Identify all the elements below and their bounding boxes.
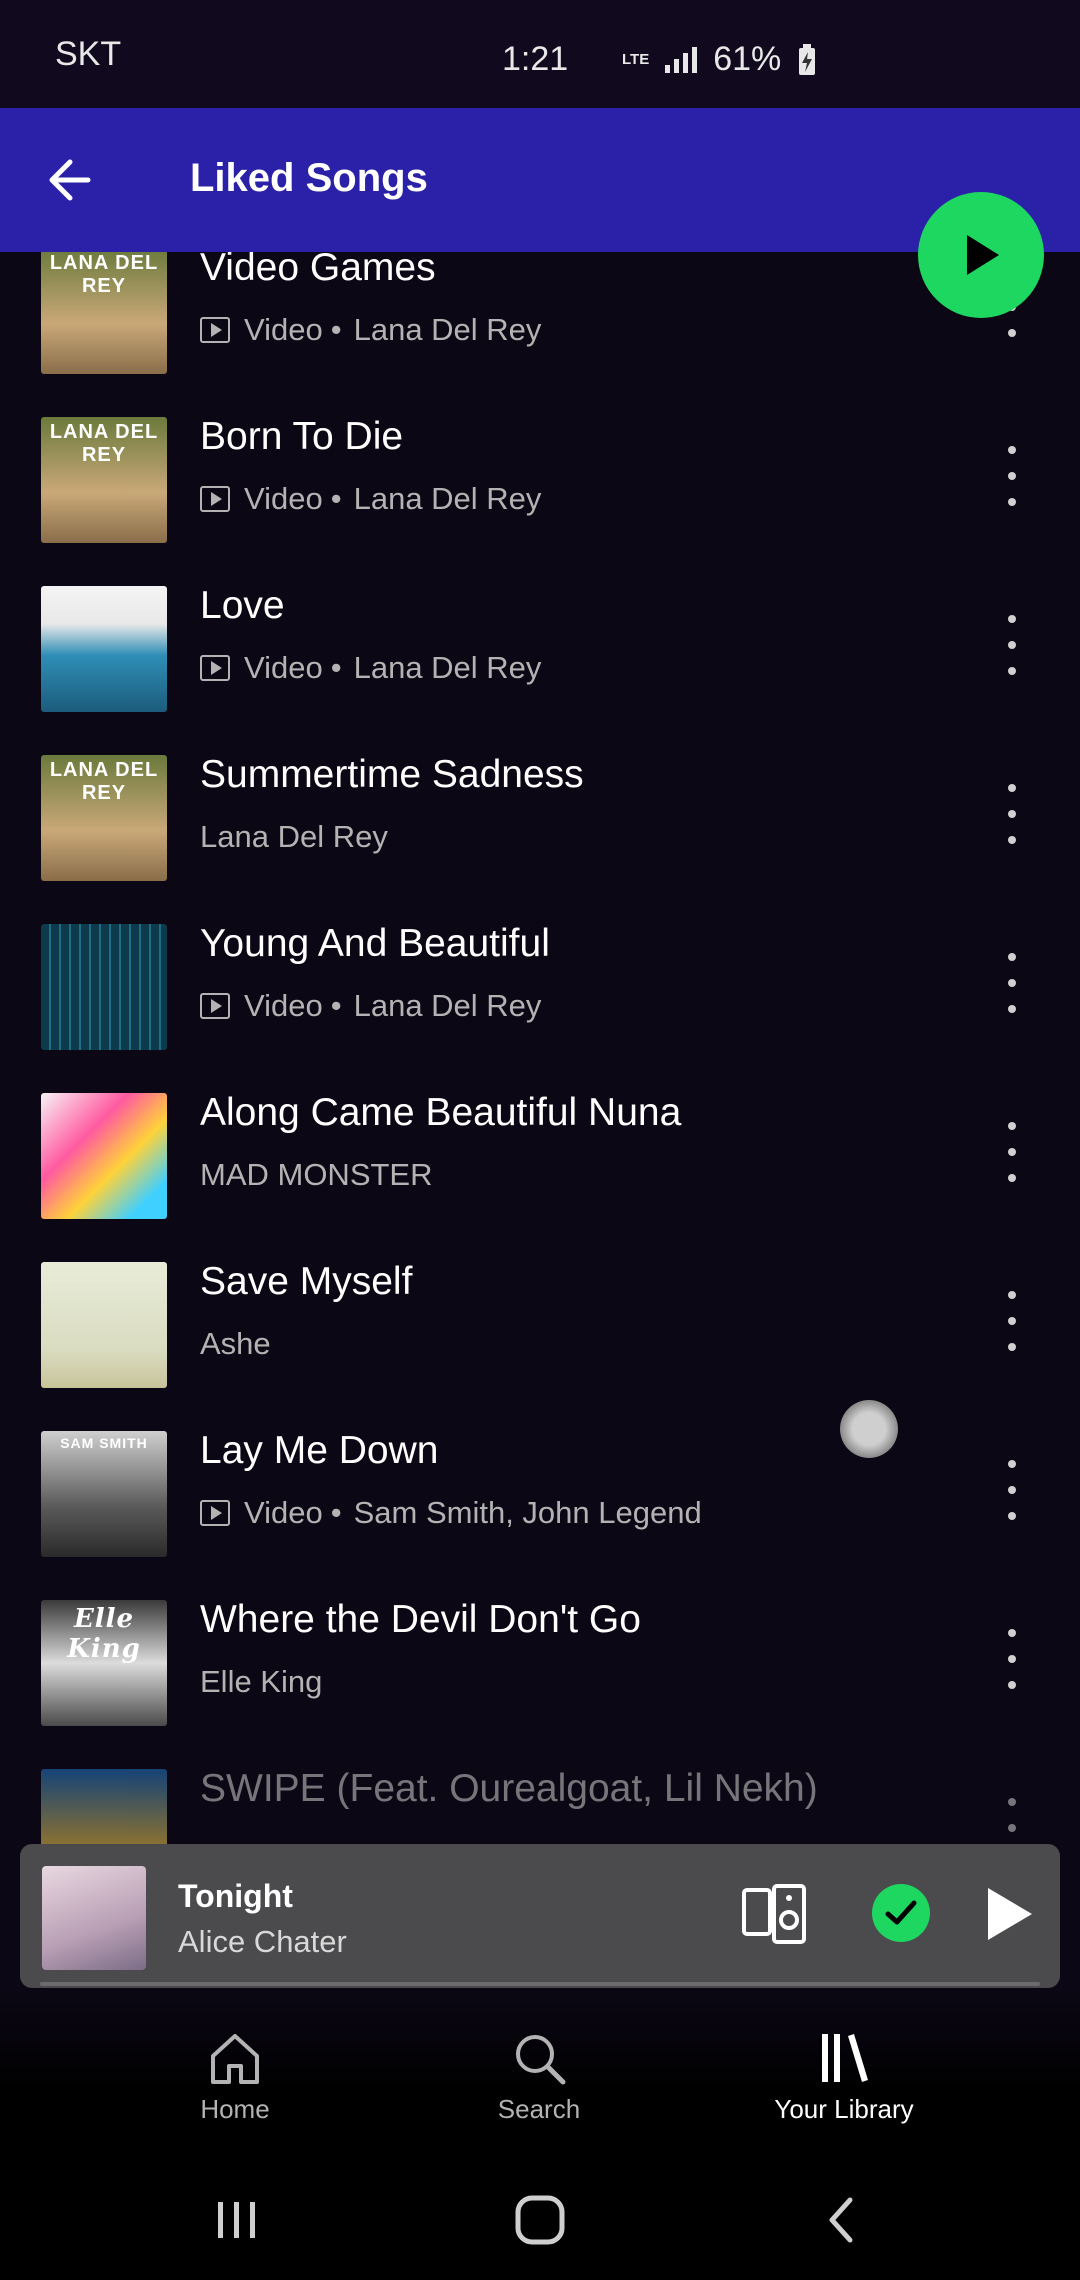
album-art: SAM SMITH [41, 1431, 167, 1557]
now-playing-art [42, 1866, 146, 1970]
playback-progress [40, 1982, 1040, 1986]
song-title: Love [200, 584, 285, 627]
bottom-navigation: Home Search Your Library [0, 1990, 1080, 2160]
song-subtitle: MAD MONSTER [200, 1157, 433, 1192]
more-options-icon[interactable] [1000, 446, 1024, 506]
song-title: Along Came Beautiful Nuna [200, 1091, 682, 1134]
song-subtitle: Video • Lana Del Rey [200, 650, 541, 686]
album-art: Elle King [41, 1600, 167, 1726]
system-navigation-bar [0, 2160, 1080, 2280]
song-title: Young And Beautiful [200, 922, 550, 965]
home-button-icon[interactable] [510, 2190, 570, 2250]
list-item[interactable]: Love Video • Lana Del Rey [0, 570, 1080, 739]
more-options-icon[interactable] [1000, 953, 1024, 1013]
battery-level: 61% [713, 40, 782, 78]
song-subtitle: Video • Lana Del Rey [200, 988, 541, 1024]
signal-icon [665, 46, 698, 73]
song-title: SWIPE (Feat. Ourealgoat, Lil Nekh) [200, 1767, 818, 1810]
more-options-icon[interactable] [1000, 615, 1024, 675]
search-icon [516, 2035, 566, 2085]
album-art [41, 1769, 167, 1852]
now-playing-title: Tonight [178, 1878, 293, 1914]
recent-apps-icon[interactable] [206, 2190, 266, 2250]
nav-search[interactable]: Search [429, 2030, 649, 2125]
song-subtitle: Video • Lana Del Rey [200, 312, 541, 348]
more-options-icon[interactable] [1000, 1122, 1024, 1182]
song-title: Where the Devil Don't Go [200, 1598, 641, 1641]
song-subtitle: Lana Del Rey [200, 819, 388, 854]
video-icon [200, 317, 230, 343]
more-options-icon[interactable] [1000, 784, 1024, 844]
status-bar: SKT 1:21 LTE 61% [0, 0, 1080, 108]
clock: 1:21 [502, 40, 569, 78]
back-arrow-icon[interactable] [40, 152, 96, 208]
video-icon [200, 993, 230, 1019]
now-playing-artist: Alice Chater [178, 1924, 347, 1959]
more-options-icon[interactable] [1000, 1291, 1024, 1351]
carrier-name: SKT [55, 34, 122, 73]
song-title: Summertime Sadness [200, 753, 584, 796]
song-subtitle: Ashe [200, 1326, 271, 1361]
connect-device-icon[interactable] [742, 1884, 808, 1944]
song-title: Save Myself [200, 1260, 413, 1303]
more-options-icon[interactable] [1000, 1460, 1024, 1520]
song-title: Born To Die [200, 415, 404, 458]
back-button-icon[interactable] [812, 2190, 872, 2250]
list-item[interactable]: LANA DEL REY Video Games Video • Lana Del … [0, 252, 1080, 401]
album-art: LANA DEL REY [41, 252, 167, 374]
play-icon [967, 235, 999, 275]
song-subtitle: Video • Lana Del Rey [200, 481, 541, 517]
page-title: Liked Songs [190, 156, 428, 200]
touch-indicator [840, 1400, 898, 1458]
status-icons: LTE 61% [622, 40, 817, 79]
more-options-icon[interactable] [1000, 1629, 1024, 1689]
list-item[interactable]: SWIPE (Feat. Ourealgoat, Lil Nekh) [0, 1753, 1080, 1852]
battery-charging-icon [799, 43, 816, 75]
network-type: LTE [622, 50, 650, 68]
video-icon [200, 655, 230, 681]
list-item[interactable]: LANA DEL REY Summertime Sadness Lana Del… [0, 739, 1080, 908]
nav-home[interactable]: Home [125, 2030, 345, 2125]
list-item[interactable]: LANA DEL REY Born To Die Video • Lana Del … [0, 401, 1080, 570]
album-art [41, 924, 167, 1050]
app-header: Liked Songs [0, 108, 1080, 252]
shuffle-play-button[interactable] [918, 192, 1044, 318]
song-title: Lay Me Down [200, 1429, 439, 1472]
liked-check-icon[interactable] [872, 1884, 930, 1942]
album-art [41, 1093, 167, 1219]
home-icon [211, 2034, 259, 2084]
list-item[interactable]: Along Came Beautiful Nuna MAD MONSTER [0, 1077, 1080, 1246]
album-art: LANA DEL REY [41, 755, 167, 881]
song-subtitle: Elle King [200, 1664, 323, 1699]
song-list[interactable]: LANA DEL REY Video Games Video • Lana Del … [0, 252, 1080, 1852]
album-art: LANA DEL REY [41, 417, 167, 543]
list-item[interactable]: Elle King Where the Devil Don't Go Elle … [0, 1584, 1080, 1753]
album-art [41, 1262, 167, 1388]
mini-play-icon[interactable] [980, 1884, 1036, 1944]
list-item[interactable]: SAM SMITH Lay Me Down Video • Sam Smith, J… [0, 1415, 1080, 1584]
mini-player[interactable]: Tonight Alice Chater [20, 1844, 1060, 1988]
album-art [41, 586, 167, 712]
list-item[interactable]: Save Myself Ashe [0, 1246, 1080, 1415]
song-subtitle: Video • Sam Smith, John Legend [200, 1495, 702, 1531]
song-title: Video Games [200, 252, 436, 289]
library-icon [822, 2034, 868, 2082]
list-item[interactable]: Young And Beautiful Video • Lana Del Rey [0, 908, 1080, 1077]
video-icon [200, 486, 230, 512]
nav-your-library[interactable]: Your Library [734, 2030, 954, 2125]
video-icon [200, 1500, 230, 1526]
